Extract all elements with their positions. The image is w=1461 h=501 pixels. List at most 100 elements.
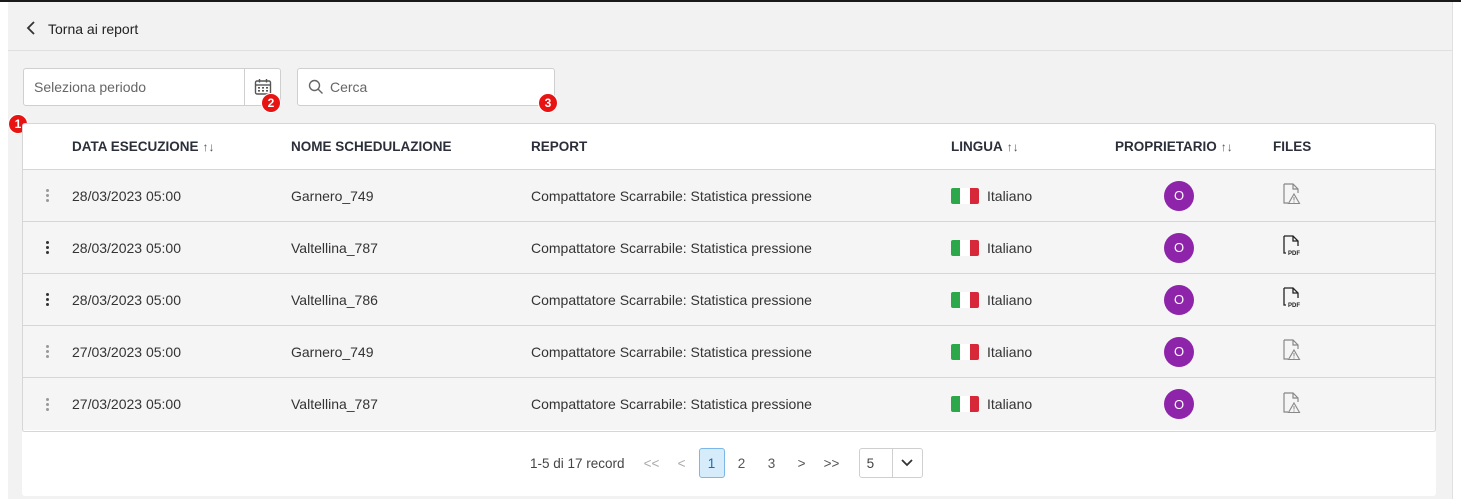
kebab-menu-icon	[46, 293, 49, 306]
pdf-file-icon[interactable]: PDF	[1281, 235, 1301, 260]
cell-files	[1273, 339, 1393, 364]
kebab-menu-icon	[46, 241, 49, 254]
page-size-select[interactable]: 5	[858, 448, 923, 478]
cell-name: Garnero_749	[291, 343, 374, 360]
prev-page-button[interactable]: <	[669, 448, 695, 478]
cell-owner: O	[1115, 336, 1273, 367]
report-history-page: Torna ai report 1 2 3 DATA ES	[8, 2, 1453, 499]
cell-language: Italiano	[951, 343, 1115, 360]
pdf-file-icon[interactable]: PDF	[1281, 287, 1301, 312]
cell-owner: O	[1115, 180, 1273, 211]
annotation-badge-3: 3	[538, 93, 558, 113]
owner-avatar[interactable]: O	[1164, 336, 1194, 367]
row-menu-button[interactable]	[23, 345, 72, 358]
reports-table: DATA ESECUZIONE ↑↓ NOME SCHEDULAZIONE REP…	[22, 123, 1436, 432]
cell-owner: O	[1115, 389, 1273, 419]
header-name: NOME SCHEDULAZIONE	[291, 139, 452, 154]
cell-language: Italiano	[951, 239, 1115, 256]
page-button-3[interactable]: 3	[759, 448, 785, 478]
row-menu-button[interactable]	[23, 293, 72, 306]
table-header: DATA ESECUZIONE ↑↓ NOME SCHEDULAZIONE REP…	[23, 124, 1435, 170]
file-warning-icon	[1281, 339, 1301, 364]
cell-report: Compattatore Scarrabile: Statistica pres…	[531, 343, 812, 360]
cell-files	[1273, 183, 1393, 208]
back-label: Torna ai report	[48, 21, 139, 37]
owner-avatar[interactable]: O	[1164, 284, 1194, 315]
sort-icon: ↑↓	[202, 140, 215, 154]
cell-name: Valtellina_787	[291, 396, 378, 412]
owner-avatar[interactable]: O	[1164, 232, 1194, 263]
cell-language: Italiano	[951, 291, 1115, 308]
kebab-menu-icon	[46, 397, 49, 411]
header-divider	[8, 50, 1453, 51]
language-label: Italiano	[987, 396, 1033, 412]
italy-flag-icon	[951, 239, 979, 256]
table-row: 27/03/2023 05:00 Valtellina_787 Compattato…	[23, 378, 1435, 430]
language-label: Italiano	[987, 343, 1033, 360]
cell-files: PDF	[1273, 235, 1393, 260]
cell-report: Compattatore Scarrabile: Statistica pres…	[531, 396, 812, 412]
table-row: 27/03/2023 05:00 Garnero_749 Compattatore …	[23, 326, 1435, 378]
cell-date: 28/03/2023 05:00	[72, 291, 181, 308]
row-menu-button[interactable]	[23, 397, 72, 411]
cell-owner: O	[1115, 284, 1273, 315]
chevron-left-icon	[26, 20, 38, 38]
cell-owner: O	[1115, 232, 1273, 263]
file-warning-icon	[1281, 183, 1301, 208]
row-menu-button[interactable]	[23, 241, 72, 254]
cell-date: 27/03/2023 05:00	[72, 396, 181, 412]
cell-name: Valtellina_787	[291, 239, 378, 256]
svg-text:PDF: PDF	[1288, 251, 1300, 257]
cell-name: Valtellina_786	[291, 291, 378, 308]
cell-name: Garnero_749	[291, 187, 374, 204]
cell-date: 28/03/2023 05:00	[72, 239, 181, 256]
search-box	[297, 68, 555, 106]
header-report: REPORT	[531, 139, 588, 154]
language-label: Italiano	[987, 239, 1033, 256]
kebab-menu-icon	[46, 345, 49, 358]
period-selector	[23, 68, 281, 106]
cell-language: Italiano	[951, 187, 1115, 204]
owner-avatar[interactable]: O	[1164, 180, 1194, 211]
pagination-info: 1-5 di 17 record	[530, 455, 625, 471]
search-input[interactable]	[330, 79, 554, 95]
chevron-down-icon	[891, 449, 922, 477]
svg-text:PDF: PDF	[1288, 303, 1300, 309]
header-files: FILES	[1273, 139, 1312, 154]
period-input[interactable]	[24, 69, 244, 105]
pagination-bar: 1-5 di 17 record << < 1 2 3 > >> 5	[22, 432, 1436, 496]
kebab-menu-icon	[46, 189, 49, 202]
pagination: 1-5 di 17 record << < 1 2 3 > >> 5	[530, 447, 923, 479]
sort-icon: ↑↓	[1006, 139, 1019, 154]
table-row: 28/03/2023 05:00 Valtellina_786 Compattato…	[23, 274, 1435, 326]
row-menu-button[interactable]	[23, 189, 72, 202]
back-to-reports-link[interactable]: Torna ai report	[26, 19, 138, 39]
language-label: Italiano	[987, 187, 1033, 204]
italy-flag-icon	[951, 291, 979, 308]
cell-report: Compattatore Scarrabile: Statistica pres…	[531, 291, 812, 308]
cell-report: Compattatore Scarrabile: Statistica pres…	[531, 187, 812, 204]
italy-flag-icon	[951, 343, 979, 360]
table-row: 28/03/2023 05:00 Garnero_749 Compattatore …	[23, 170, 1435, 222]
cell-files	[1273, 391, 1393, 417]
header-date[interactable]: DATA ESECUZIONE ↑↓	[72, 139, 291, 154]
cell-date: 28/03/2023 05:00	[72, 187, 181, 204]
cell-language: Italiano	[951, 396, 1115, 412]
first-page-button[interactable]: <<	[639, 448, 665, 478]
owner-avatar[interactable]: O	[1164, 389, 1194, 419]
annotation-badge-2: 2	[261, 93, 281, 113]
file-warning-icon	[1281, 391, 1301, 417]
header-language[interactable]: LINGUA ↑↓	[951, 139, 1115, 154]
last-page-button[interactable]: >>	[819, 448, 845, 478]
language-label: Italiano	[987, 291, 1033, 308]
cell-report: Compattatore Scarrabile: Statistica pres…	[531, 239, 812, 256]
cell-files: PDF	[1273, 287, 1393, 312]
sort-icon: ↑↓	[1220, 140, 1233, 154]
page-button-1[interactable]: 1	[698, 448, 725, 478]
italy-flag-icon	[951, 396, 979, 412]
page-button-2[interactable]: 2	[729, 448, 755, 478]
next-page-button[interactable]: >	[789, 448, 815, 478]
cell-date: 27/03/2023 05:00	[72, 343, 181, 360]
header-owner[interactable]: PROPRIETARIO ↑↓	[1115, 139, 1273, 154]
search-icon	[308, 79, 323, 94]
